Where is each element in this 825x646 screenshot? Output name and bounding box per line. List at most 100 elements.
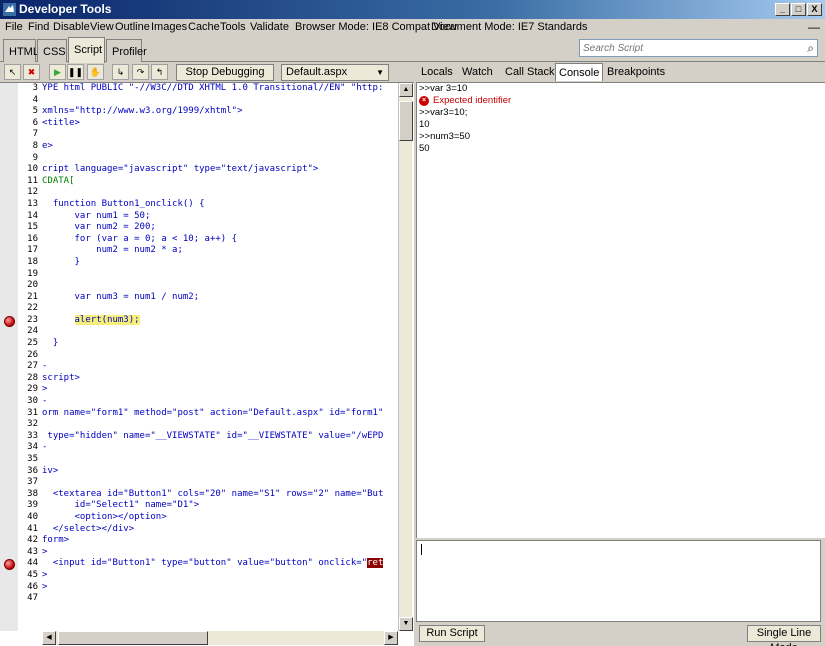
tab-console[interactable]: Console (555, 63, 604, 81)
maximize-button[interactable]: □ (791, 3, 806, 16)
search-icon[interactable]: ⌕ (807, 41, 814, 56)
scroll-down-icon[interactable]: ▼ (399, 617, 413, 631)
scroll-up-icon[interactable]: ▲ (399, 83, 413, 97)
line-number: 44 (27, 558, 38, 569)
step-into-icon[interactable]: ↳ (112, 64, 129, 80)
menu-file[interactable]: File (5, 21, 23, 33)
menu-cache[interactable]: Cache (188, 21, 220, 33)
breakpoint-gutter[interactable] (0, 83, 18, 631)
line-number: 4 (32, 94, 38, 105)
code-line: > (42, 581, 48, 592)
error-icon: × (419, 96, 429, 106)
line-number: 20 (27, 280, 38, 291)
breakpoint-highlight: ret (367, 558, 384, 569)
tab-call-stack[interactable]: Call Stack (505, 66, 555, 78)
line-number: 6 (32, 117, 38, 128)
line-number: 25 (27, 338, 38, 349)
tab-breakpoints[interactable]: Breakpoints (607, 66, 665, 78)
horizontal-scrollbar[interactable]: ◀ ▶ (42, 631, 398, 645)
debug-tabs: Locals Watch Call Stack Console Breakpoi… (414, 62, 825, 82)
code-line: cript language="javascript" type="text/j… (42, 164, 319, 175)
break-on-error-icon[interactable]: ✋ (87, 64, 104, 80)
code-line: YPE html PUBLIC "-//W3C//DTD XHTML 1.0 T… (42, 83, 384, 93)
tab-profiler[interactable]: Profiler (106, 39, 147, 62)
menu-find[interactable]: Find (28, 21, 49, 33)
code-line: e> (42, 140, 53, 151)
panel-close-icon[interactable]: — (807, 20, 821, 34)
scroll-left-icon[interactable]: ◀ (42, 631, 56, 645)
script-source-pane: 3 4 5 6 7 8 9 10 11 12 13 14 15 16 17 18 19 20 21 22 23 24 25 2… (0, 82, 414, 646)
code-line: script> (42, 372, 80, 383)
developer-tools-icon (3, 3, 16, 16)
run-script-button[interactable]: Run Script (419, 625, 485, 642)
title-bar: Developer Tools _ □ X (0, 0, 825, 19)
code-line: var num1 = 50; (42, 210, 151, 221)
tab-watch[interactable]: Watch (462, 66, 493, 78)
breakpoint-icon[interactable] (4, 559, 15, 571)
line-number: 36 (27, 465, 38, 476)
line-number: 38 (27, 488, 38, 499)
menu-tools[interactable]: Tools (220, 21, 246, 33)
vertical-scrollbar[interactable]: ▲ ▼ (398, 83, 413, 631)
code-line: > (42, 569, 48, 580)
console-line: >>var 3=10 (419, 83, 468, 94)
tab-script[interactable]: Script (68, 37, 105, 63)
scroll-thumb[interactable] (399, 101, 413, 141)
line-number: 33 (27, 430, 38, 441)
code-view[interactable]: YPE html PUBLIC "-//W3C//DTD XHTML 1.0 T… (42, 83, 398, 605)
stop-debugging-button[interactable]: Stop Debugging (176, 64, 274, 81)
code-line: <option></option> (42, 511, 167, 522)
menu-view[interactable]: View (90, 21, 114, 33)
line-number: 45 (27, 569, 38, 580)
line-number: 24 (27, 326, 38, 337)
hscroll-thumb[interactable] (58, 631, 208, 645)
step-out-icon[interactable]: ↰ (151, 64, 168, 80)
console-line: >>var3=10; (419, 107, 468, 118)
tab-locals[interactable]: Locals (421, 66, 453, 78)
code-line: } (42, 256, 80, 267)
code-line: orm name="form1" method="post" action="D… (42, 407, 384, 418)
search-input[interactable] (580, 40, 795, 56)
code-line: - (42, 361, 48, 372)
code-line: } (42, 338, 59, 349)
script-file-select[interactable]: Default.aspx ▼ (281, 64, 389, 81)
single-line-mode-button[interactable]: Single Line Mode (747, 625, 821, 646)
code-line: CDATA[ (42, 175, 75, 186)
menu-validate[interactable]: Validate (250, 21, 289, 33)
tab-css[interactable]: CSS (37, 39, 67, 62)
code-line: var num3 = num1 / num2; (42, 291, 200, 302)
code-line: </select></div> (42, 523, 135, 534)
breakpoint-icon[interactable] (4, 315, 15, 327)
line-number: 46 (27, 581, 38, 592)
line-number: 7 (32, 129, 38, 140)
menu-outline[interactable]: Outline (115, 21, 150, 33)
clear-browser-cache-icon[interactable]: ✖ (23, 64, 40, 80)
line-number: 40 (27, 511, 38, 522)
menu-images[interactable]: Images (151, 21, 187, 33)
console-input[interactable] (416, 540, 821, 622)
break-all-icon[interactable]: ❚❚ (67, 64, 84, 80)
console-line: >>num3=50 (419, 131, 470, 142)
step-over-icon[interactable]: ↷ (132, 64, 149, 80)
minimize-button[interactable]: _ (775, 3, 790, 16)
script-file-selected: Default.aspx (286, 66, 348, 78)
scroll-right-icon[interactable]: ▶ (384, 631, 398, 645)
continue-icon[interactable]: ▶ (49, 64, 66, 80)
menu-disable[interactable]: Disable (53, 21, 90, 33)
line-number: 21 (27, 291, 38, 302)
menu-document-mode[interactable]: Document Mode: IE7 Standards (431, 21, 588, 33)
line-number: 31 (27, 407, 38, 418)
close-button[interactable]: X (807, 3, 822, 16)
select-element-icon[interactable]: ↖ (4, 64, 21, 80)
line-number: 13 (27, 198, 38, 209)
text-caret (421, 544, 422, 555)
tab-html[interactable]: HTML (3, 39, 39, 62)
